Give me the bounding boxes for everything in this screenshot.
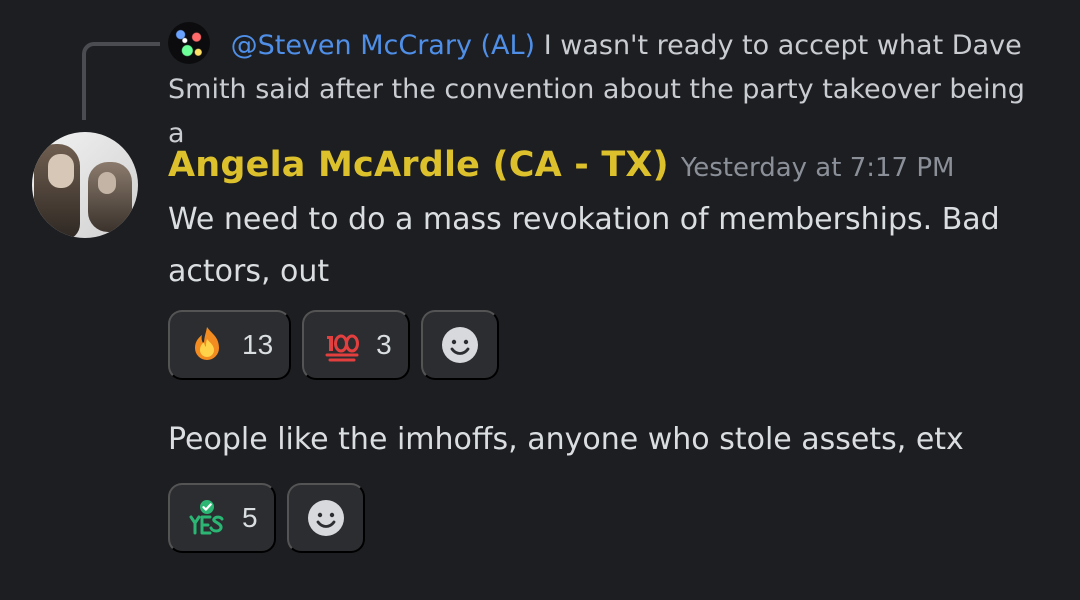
author-name[interactable]: Angela McArdle (CA - TX) (168, 141, 669, 189)
yes-icon (186, 497, 228, 539)
message-block: Angela McArdle (CA - TX) Yesterday at 7:… (168, 141, 1048, 298)
hundred-icon (320, 324, 362, 366)
reply-preview[interactable]: @Steven McCrary (AL) I wasn't ready to a… (168, 24, 1048, 156)
message-timestamp[interactable]: Yesterday at 7:17 PM (681, 144, 955, 192)
avatar-figure-left-face (48, 154, 74, 188)
reply-mention[interactable]: @Steven McCrary (AL) (231, 30, 536, 61)
reaction-count-fire: 13 (242, 329, 274, 360)
message-header: Angela McArdle (CA - TX) Yesterday at 7:… (168, 141, 1048, 192)
reaction-fire[interactable]: 13 (168, 310, 292, 380)
author-avatar[interactable] (32, 132, 138, 238)
add-reaction-icon (305, 497, 347, 539)
reply-connector-line (82, 42, 160, 120)
reply-indent-spacer (168, 53, 222, 54)
second-message: People like the imhoffs, anyone who stol… (168, 422, 964, 457)
reaction-yes[interactable]: 5 (168, 483, 276, 553)
reaction-count-yes: 5 (242, 502, 258, 533)
reaction-hundred[interactable]: 3 (302, 310, 410, 380)
fire-icon (186, 324, 228, 366)
add-reaction-button-second[interactable] (286, 483, 365, 553)
reaction-bar-first: 13 3 (168, 310, 499, 380)
reaction-count-hundred: 3 (376, 329, 392, 360)
add-reaction-icon (439, 324, 481, 366)
avatar-figure-right-face (98, 172, 116, 194)
message-content: We need to do a mass revokation of membe… (168, 202, 1000, 289)
add-reaction-button[interactable] (420, 310, 499, 380)
reaction-bar-second: 5 (168, 483, 365, 553)
